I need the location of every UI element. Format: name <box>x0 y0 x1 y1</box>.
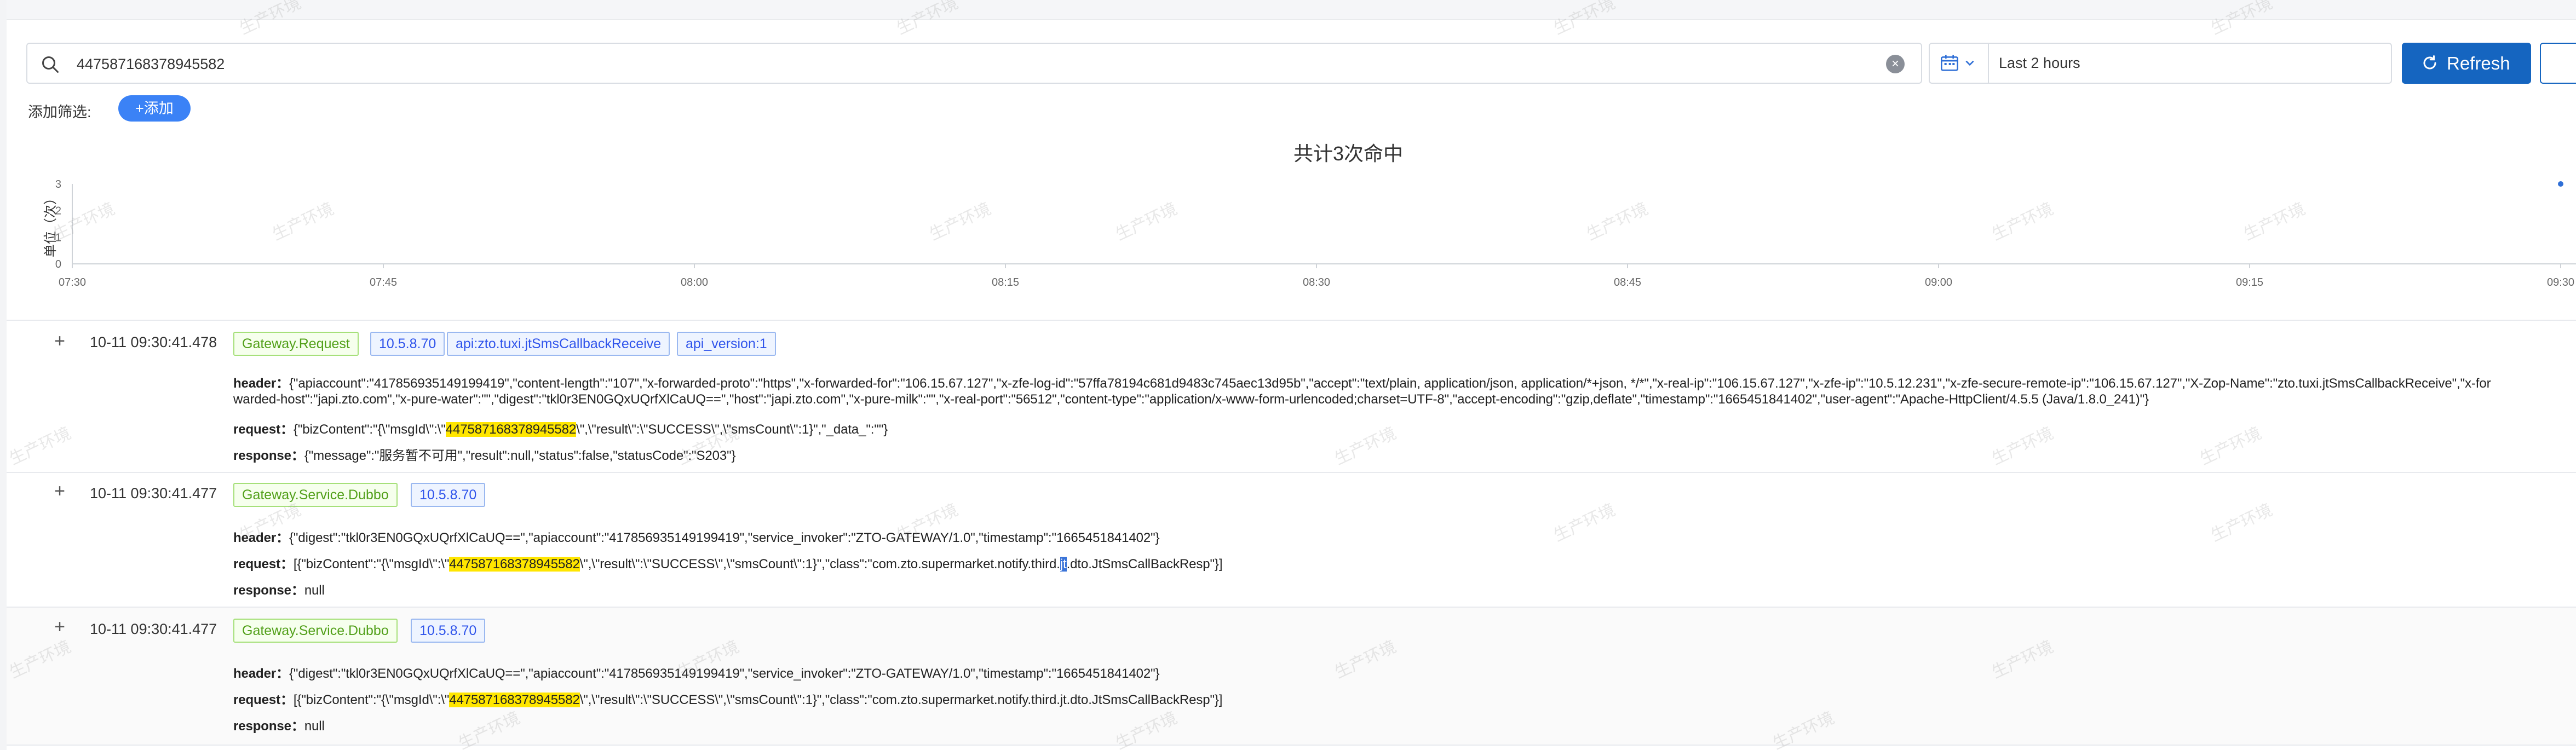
response-value: {"message":"服务暂不可用","result":null,"statu… <box>304 448 736 463</box>
response-value: null <box>304 583 325 598</box>
record-time: 10-11 09:30:41.477 <box>90 621 217 637</box>
x-tick-label: 08:00 <box>681 276 708 289</box>
response-value: null <box>304 719 325 734</box>
tag-ip[interactable]: 10.5.8.70 <box>370 332 445 356</box>
x-tick-label: 08:15 <box>992 276 1019 289</box>
add-filter-button[interactable]: +添加 <box>118 95 191 122</box>
response-label: response： <box>233 583 304 598</box>
x-tick-label: 09:30 <box>2547 276 2574 289</box>
request-value: [{"bizContent":"{\"msgId\":\" <box>293 557 450 572</box>
refresh-label: Refresh <box>2447 53 2510 73</box>
header-value: {"apiaccount":"417856935149199419","cont… <box>289 376 2491 391</box>
refresh-button[interactable]: Refresh <box>2402 43 2531 84</box>
chevron-down-icon <box>1965 60 1974 66</box>
expand-record-button[interactable]: + <box>51 331 68 352</box>
record-time: 10-11 09:30:41.477 <box>90 485 217 501</box>
expand-record-button[interactable]: + <box>51 481 68 502</box>
search-box[interactable]: × <box>26 43 1922 84</box>
calendar-icon <box>1941 55 1958 71</box>
time-range-menu-button[interactable] <box>1930 44 1989 83</box>
request-label: request： <box>233 422 294 437</box>
request-value: {"bizContent":"{\"msgId\":\" <box>293 422 446 437</box>
tag-type[interactable]: Gateway.Request <box>233 332 359 356</box>
request-value-rest: .dto.JtSmsCallBackResp"}] <box>1066 557 1223 572</box>
y-tick-label: 2 <box>55 205 61 217</box>
response-line: response：{"message":"服务暂不可用","result":nu… <box>233 445 736 464</box>
record-time: 10-11 09:30:41.478 <box>90 334 217 350</box>
response-line: response：null <box>233 579 325 598</box>
header-label: header： <box>233 376 290 391</box>
log-record: + 10-11 09:30:41.477 Gateway.Service.Dub… <box>7 608 2576 745</box>
tag-type[interactable]: Gateway.Service.Dubbo <box>233 483 398 507</box>
request-label: request： <box>233 557 294 572</box>
request-value-rest: \",\"result\":\"SUCCESS\",\"smsCount\":1… <box>579 693 1223 707</box>
request-line: request：[{"bizContent":"{\"msgId\":\"447… <box>233 553 1223 572</box>
tag-type[interactable]: Gateway.Service.Dubbo <box>233 619 398 643</box>
record-divider <box>7 745 2576 746</box>
header-value-continued: warded-host":"japi.zto.com","x-pure-wate… <box>233 392 2149 407</box>
x-tick-label: 07:30 <box>59 276 86 289</box>
y-tick-label: 3 <box>55 178 61 191</box>
tag-ip[interactable]: 10.5.8.70 <box>411 483 486 507</box>
x-tick-label: 09:00 <box>1925 276 1952 289</box>
request-value-rest: \",\"result\":\"SUCCESS\",\"smsCount\":1… <box>576 422 888 437</box>
search-match-highlight: 447587168378945582 <box>449 693 580 707</box>
search-input[interactable] <box>77 50 1862 78</box>
request-line: request：[{"bizContent":"{\"msgId\":\"447… <box>233 689 1222 708</box>
expand-record-button[interactable]: + <box>51 616 68 638</box>
response-label: response： <box>233 719 304 734</box>
extra-action-button[interactable] <box>2540 43 2576 84</box>
log-record: + 10-11 09:30:41.477 Gateway.Service.Dub… <box>7 473 2576 607</box>
request-label: request： <box>233 693 294 707</box>
log-search-page: × Last 2 hours Refresh 添加筛选: +添加 共计3次命中 … <box>7 0 2576 750</box>
tag-api[interactable]: api:zto.tuxi.jtSmsCallbackReceive <box>447 332 670 356</box>
data-point <box>2558 181 2563 187</box>
log-record: + 10-11 09:30:41.478 Gateway.Request 10.… <box>7 321 2576 472</box>
header-line: header：{"apiaccount":"417856935149199419… <box>233 372 2491 391</box>
header-label: header： <box>233 666 290 681</box>
refresh-icon <box>2423 55 2436 70</box>
x-tick-label: 08:45 <box>1614 276 1641 289</box>
header-line: header：{"digest":"tkl0r3EN0GQxUQrfXlCaUQ… <box>233 527 1160 546</box>
header-line: header：{"digest":"tkl0r3EN0GQxUQrfXlCaUQ… <box>233 662 1160 682</box>
x-tick-label: 09:15 <box>2236 276 2263 289</box>
request-line: request：{"bizContent":"{\"msgId\":\"4475… <box>233 418 888 437</box>
x-tick-label: 07:45 <box>370 276 397 289</box>
request-value-mid: \",\"result\":\"SUCCESS\",\"smsCount\":1… <box>579 557 1060 572</box>
y-axis-label: 单位（次） <box>43 192 58 257</box>
search-match-highlight: 447587168378945582 <box>445 422 577 437</box>
response-label: response： <box>233 448 304 463</box>
y-tick-label: 1 <box>55 232 61 244</box>
response-line: response：null <box>233 715 325 734</box>
chart-title: 共计3次命中 <box>1293 142 1404 165</box>
header-value: {"digest":"tkl0r3EN0GQxUQrfXlCaUQ==","ap… <box>289 666 1160 681</box>
tag-api-version[interactable]: api_version:1 <box>677 332 776 356</box>
x-tick-label: 08:30 <box>1303 276 1330 289</box>
header-label: header： <box>233 530 290 545</box>
search-icon <box>42 56 59 73</box>
time-range-picker[interactable]: Last 2 hours <box>1929 43 2392 84</box>
tag-ip[interactable]: 10.5.8.70 <box>411 619 486 643</box>
filter-label: 添加筛选: <box>28 104 91 120</box>
y-tick-label: 0 <box>55 258 61 270</box>
header-line-continued: warded-host":"japi.zto.com","x-pure-wate… <box>233 392 2149 407</box>
clear-search-icon[interactable]: × <box>1886 55 1905 73</box>
time-range-value[interactable]: Last 2 hours <box>1999 55 2080 72</box>
text-selection: jt <box>1060 557 1067 572</box>
top-strip <box>7 0 2576 20</box>
search-match-highlight: 447587168378945582 <box>449 557 580 572</box>
request-value: [{"bizContent":"{\"msgId\":\" <box>293 693 450 707</box>
header-value: {"digest":"tkl0r3EN0GQxUQrfXlCaUQ==","ap… <box>289 530 1160 545</box>
hits-chart: 单位（次）0 1 2 3 07:30 07:45 08:00 08:15 08:30 08:45 0… <box>43 178 2576 289</box>
